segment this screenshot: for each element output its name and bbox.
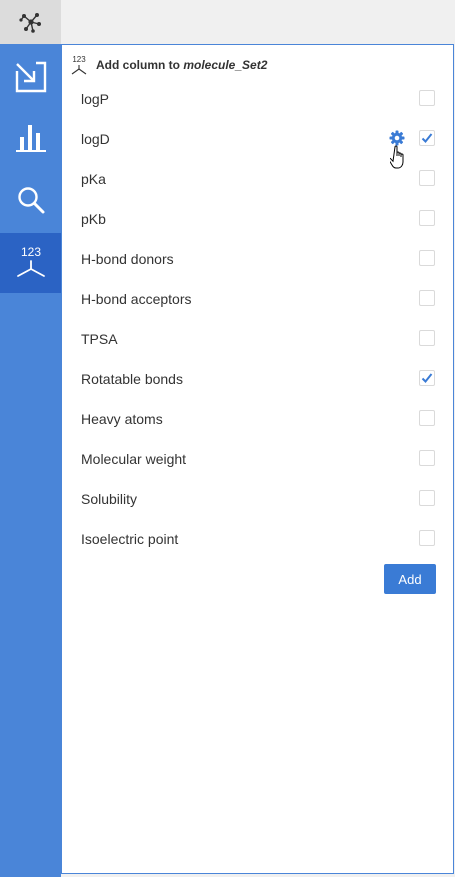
sidebar: 123 bbox=[0, 0, 61, 877]
sidebar-item-calculator[interactable]: 123 bbox=[0, 233, 61, 293]
property-label: H-bond donors bbox=[81, 251, 174, 267]
property-row[interactable]: H-bond donors bbox=[62, 239, 454, 279]
property-checkbox[interactable] bbox=[419, 250, 435, 266]
property-row[interactable]: Isoelectric point bbox=[62, 519, 454, 559]
checkmark-icon bbox=[421, 133, 433, 143]
calculator-icon: 123 bbox=[16, 245, 45, 277]
property-checkbox[interactable] bbox=[419, 330, 435, 346]
property-label: TPSA bbox=[81, 331, 118, 347]
property-checkbox[interactable] bbox=[419, 210, 435, 226]
add-button[interactable]: Add bbox=[384, 564, 436, 594]
property-label: Rotatable bonds bbox=[81, 371, 183, 387]
property-label: logD bbox=[81, 131, 110, 147]
property-label: Isoelectric point bbox=[81, 531, 179, 547]
property-label: H-bond acceptors bbox=[81, 291, 192, 307]
property-label: pKa bbox=[81, 171, 106, 187]
property-row[interactable]: TPSA bbox=[62, 319, 454, 359]
search-icon bbox=[17, 187, 44, 214]
panel-header: 123 Add column to molecule_Set2 bbox=[70, 55, 267, 75]
property-checkbox[interactable] bbox=[419, 170, 435, 186]
chart-icon bbox=[15, 125, 46, 152]
app-logo[interactable] bbox=[0, 0, 61, 44]
property-row[interactable]: Solubility bbox=[62, 479, 454, 519]
property-label: Solubility bbox=[81, 491, 138, 507]
dataset-name: molecule_Set2 bbox=[183, 58, 268, 72]
property-row[interactable]: Molecular weight bbox=[62, 439, 454, 479]
property-row[interactable]: H-bond acceptors bbox=[62, 279, 454, 319]
molecule-logo-icon bbox=[18, 13, 41, 33]
property-row[interactable]: logP bbox=[62, 79, 454, 119]
panel-title-prefix: Add column to bbox=[96, 58, 184, 72]
property-label: pKb bbox=[81, 211, 106, 227]
panel-title: Add column to molecule_Set2 bbox=[96, 58, 267, 72]
property-row[interactable]: Heavy atoms bbox=[62, 399, 454, 439]
sidebar-item-search[interactable] bbox=[0, 170, 61, 230]
property-checkbox[interactable] bbox=[419, 490, 435, 506]
calculator-small-icon: 123 bbox=[71, 55, 87, 75]
property-checkbox[interactable] bbox=[419, 410, 435, 426]
property-checkbox[interactable] bbox=[419, 290, 435, 306]
property-row[interactable]: pKb bbox=[62, 199, 454, 239]
property-checkbox[interactable] bbox=[419, 450, 435, 466]
calculator-small-icon-label: 123 bbox=[72, 55, 86, 64]
property-checkbox[interactable] bbox=[419, 130, 435, 146]
hand-cursor-icon bbox=[390, 145, 404, 169]
property-row[interactable]: Rotatable bonds bbox=[62, 359, 454, 399]
property-label: Molecular weight bbox=[81, 451, 187, 467]
property-label: logP bbox=[81, 91, 110, 107]
checkmark-icon bbox=[421, 373, 433, 383]
add-column-panel: 123 Add column to molecule_Set2 logP logD… bbox=[61, 44, 454, 874]
sidebar-item-chart[interactable] bbox=[0, 108, 61, 168]
property-checkbox[interactable] bbox=[419, 370, 435, 386]
sidebar-item-import[interactable] bbox=[0, 47, 61, 107]
gear-icon[interactable] bbox=[389, 130, 405, 146]
property-label: Heavy atoms bbox=[81, 411, 163, 427]
property-checkbox[interactable] bbox=[419, 530, 435, 546]
calculator-icon-label: 123 bbox=[20, 245, 40, 259]
property-checkbox[interactable] bbox=[419, 90, 435, 106]
import-icon bbox=[15, 61, 46, 93]
